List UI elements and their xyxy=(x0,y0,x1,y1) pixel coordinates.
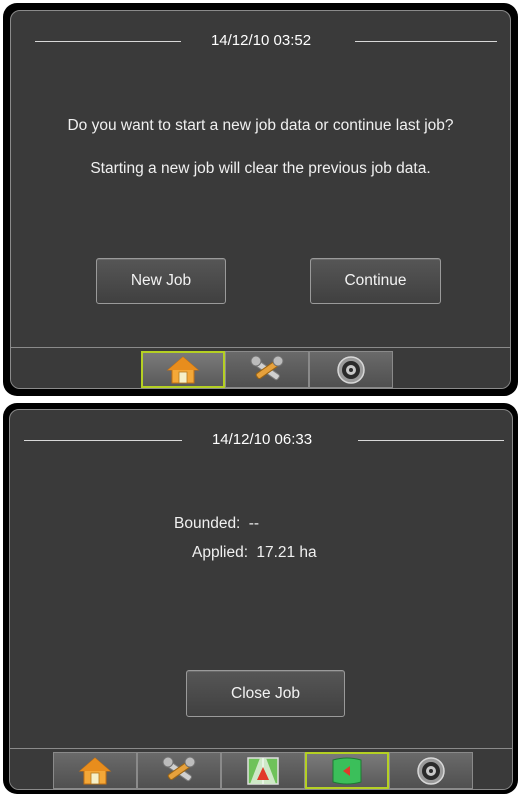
bounded-row: Bounded: -- xyxy=(174,515,259,533)
applied-row: Applied: 17.21 ha xyxy=(192,544,317,562)
bounded-label: Bounded: xyxy=(174,515,241,532)
continue-button[interactable]: Continue xyxy=(310,258,441,304)
gauge-icon xyxy=(417,756,445,785)
datetime-label: 14/12/10 06:33 xyxy=(211,431,313,448)
tab-bar xyxy=(10,748,512,789)
divider xyxy=(24,440,182,441)
job-summary-panel: 14/12/10 06:33 Bounded: -- Applied: 17.2… xyxy=(9,409,513,790)
tools-icon xyxy=(250,355,284,380)
question-text: Do you want to start a new job data or c… xyxy=(67,117,454,134)
tab-home[interactable] xyxy=(53,752,137,789)
home-icon xyxy=(78,756,112,784)
date-bar: 14/12/10 03:52 xyxy=(11,30,510,54)
tab-bar xyxy=(11,347,510,388)
new-job-button[interactable]: New Job xyxy=(96,258,226,304)
warning-text: Starting a new job will clear the previo… xyxy=(90,160,431,177)
guidance-icon xyxy=(247,756,279,785)
date-bar: 14/12/10 06:33 xyxy=(10,429,512,453)
dialog-panel: 14/12/10 03:52 Do you want to start a ne… xyxy=(10,10,511,389)
tools-icon xyxy=(162,756,196,781)
tab-home[interactable] xyxy=(141,351,225,388)
tab-tools[interactable] xyxy=(137,752,221,789)
divider xyxy=(35,41,181,42)
tab-tools[interactable] xyxy=(225,351,309,388)
datetime-label: 14/12/10 03:52 xyxy=(210,32,312,49)
close-job-button[interactable]: Close Job xyxy=(186,670,345,717)
home-icon xyxy=(166,355,200,383)
console-screen-2: 14/12/10 06:33 Bounded: -- Applied: 17.2… xyxy=(3,403,518,794)
gauge-icon xyxy=(337,355,365,384)
tab-job[interactable] xyxy=(305,752,389,789)
console-screen-1: 14/12/10 03:52 Do you want to start a ne… xyxy=(3,3,518,396)
tab-gauge[interactable] xyxy=(309,351,393,388)
applied-value: 17.21 ha xyxy=(256,544,317,561)
divider xyxy=(355,41,497,42)
divider xyxy=(358,440,504,441)
bounded-value: -- xyxy=(248,515,260,532)
applied-label: Applied: xyxy=(192,544,249,561)
tab-guidance[interactable] xyxy=(221,752,305,789)
tab-gauge[interactable] xyxy=(389,752,473,789)
job-icon xyxy=(332,757,362,784)
